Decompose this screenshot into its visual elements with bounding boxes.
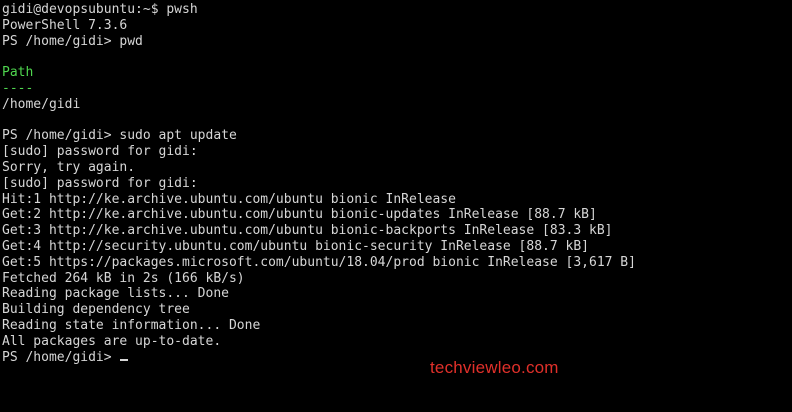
- terminal-line-get-4: Get:4 http://security.ubuntu.com/ubuntu …: [2, 238, 589, 254]
- terminal-line-path-underline: ----: [2, 80, 34, 96]
- terminal-line-get-2: Get:2 http://ke.archive.ubuntu.com/ubunt…: [2, 207, 597, 223]
- terminal-line-fetched: Fetched 264 kB in 2s (166 kB/s): [2, 270, 245, 286]
- terminal-line-pwsh-command: gidi@devopsubuntu:~$ pwsh: [2, 2, 198, 17]
- terminal-line-up-to-date: All packages are up-to-date.: [2, 333, 222, 349]
- terminal-cursor: [120, 358, 129, 361]
- terminal-line-sorry: Sorry, try again.: [2, 159, 136, 175]
- terminal-line-sudo-prompt: [sudo] password for gidi:: [2, 144, 198, 160]
- terminal-line-get-3: Get:3 http://ke.archive.ubuntu.com/ubunt…: [2, 223, 613, 239]
- terminal-prompt: PS /home/gidi>: [2, 349, 120, 365]
- terminal-line-building-dependency-tree: Building dependency tree: [2, 302, 190, 318]
- terminal-current-prompt-line[interactable]: PS /home/gidi>: [2, 350, 792, 366]
- terminal-line-get-5: Get:5 https://packages.microsoft.com/ubu…: [2, 254, 636, 270]
- terminal-line-apt-update-command: PS /home/gidi> sudo apt update: [2, 128, 237, 144]
- terminal-line-path-value: /home/gidi: [2, 96, 81, 112]
- terminal-line-reading-state: Reading state information... Done: [2, 317, 261, 333]
- terminal-line-hit-1: Hit:1 http://ke.archive.ubuntu.com/ubunt…: [2, 191, 456, 207]
- terminal-line-reading-package-lists: Reading package lists... Done: [2, 286, 229, 302]
- terminal-line-pwd-command: PS /home/gidi> pwd: [2, 33, 143, 49]
- terminal-window[interactable]: gidi@devopsubuntu:~$ pwsh PowerShell 7.3…: [0, 0, 792, 412]
- terminal-line-powershell-version: PowerShell 7.3.6: [2, 17, 128, 33]
- watermark: techviewleo.com: [430, 358, 559, 377]
- terminal-line-sudo-prompt: [sudo] password for gidi:: [2, 175, 198, 191]
- terminal-line-path-header: Path: [2, 65, 34, 81]
